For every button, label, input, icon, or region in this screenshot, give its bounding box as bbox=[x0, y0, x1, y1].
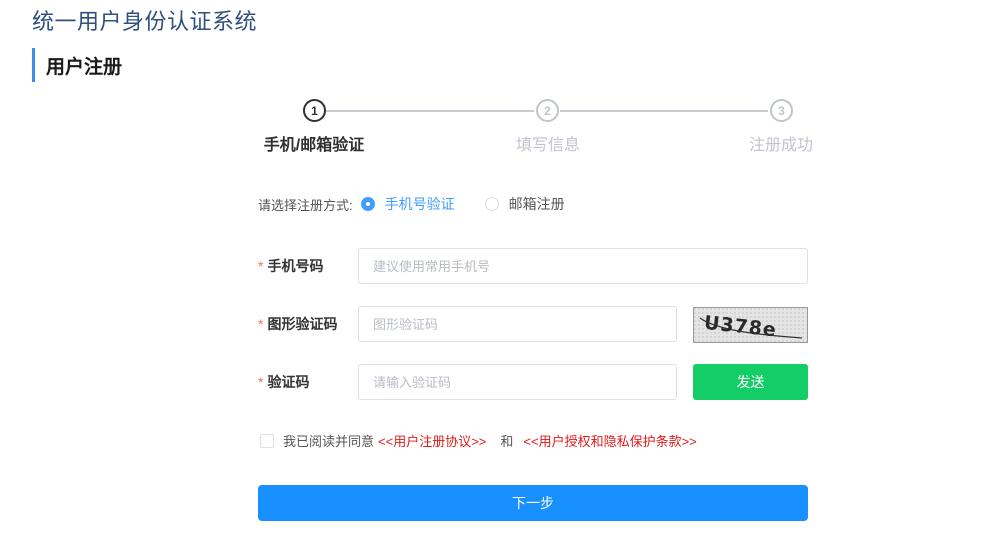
radio-email[interactable]: 邮箱注册 bbox=[484, 194, 565, 214]
step-2-circle: 2 bbox=[536, 99, 559, 122]
required-mark: * bbox=[258, 258, 264, 274]
radio-phone[interactable]: 手机号验证 bbox=[360, 194, 455, 214]
agreement-prefix: 我已阅读并同意 bbox=[283, 434, 375, 449]
agreement-and: 和 bbox=[500, 434, 514, 449]
radio-email-label[interactable]: 邮箱注册 bbox=[509, 194, 565, 214]
step-3-circle: 3 bbox=[770, 99, 793, 122]
system-title: 统一用户身份认证系统 bbox=[32, 9, 258, 34]
phone-label: * 手机号码 bbox=[258, 258, 324, 274]
radio-checked-icon[interactable] bbox=[360, 197, 375, 211]
registration-steps: 1 2 3 手机/邮箱验证 填写信息 注册成功 bbox=[0, 99, 1002, 159]
captcha-graphic[interactable]: U378e bbox=[694, 308, 808, 343]
checkbox-icon[interactable] bbox=[260, 433, 274, 448]
radio-unchecked-icon[interactable] bbox=[484, 197, 499, 211]
required-mark: * bbox=[258, 374, 264, 390]
section-header: 用户注册 bbox=[32, 48, 122, 82]
captcha-row: * 图形验证码 bbox=[258, 306, 677, 342]
code-row: * 验证码 bbox=[258, 364, 677, 400]
radio-phone-label[interactable]: 手机号验证 bbox=[385, 194, 455, 214]
send-code-button[interactable]: 发送 bbox=[693, 364, 808, 400]
registration-method: 请选择注册方式: 手机号验证 邮箱注册 bbox=[258, 194, 595, 214]
code-input[interactable] bbox=[358, 364, 677, 400]
step-1-circle: 1 bbox=[303, 99, 326, 122]
required-mark: * bbox=[258, 316, 264, 332]
captcha-image[interactable]: U378e bbox=[693, 307, 808, 343]
register-agreement-link[interactable]: <<用户注册协议>> bbox=[378, 431, 486, 450]
phone-row: * 手机号码 bbox=[258, 248, 808, 284]
method-label: 请选择注册方式: bbox=[258, 197, 353, 213]
next-step-label: 下一步 bbox=[512, 495, 554, 511]
code-label: * 验证码 bbox=[258, 374, 310, 390]
captcha-input[interactable] bbox=[358, 306, 677, 342]
step-1-label: 手机/邮箱验证 bbox=[263, 137, 365, 154]
next-step-button[interactable]: 下一步 bbox=[258, 485, 808, 521]
privacy-terms-link[interactable]: <<用户授权和隐私保护条款>> bbox=[523, 431, 696, 450]
step-2-label: 填写信息 bbox=[515, 137, 581, 154]
step-connector-1 bbox=[326, 110, 534, 112]
captcha-label: * 图形验证码 bbox=[258, 316, 338, 332]
agreement-row: 我已阅读并同意 <<用户注册协议>> 和 <<用户授权和隐私保护条款>> bbox=[260, 431, 705, 450]
step-connector-2 bbox=[560, 110, 768, 112]
section-title: 用户注册 bbox=[46, 56, 123, 78]
step-3-label: 注册成功 bbox=[748, 137, 814, 154]
phone-input[interactable] bbox=[358, 248, 808, 284]
